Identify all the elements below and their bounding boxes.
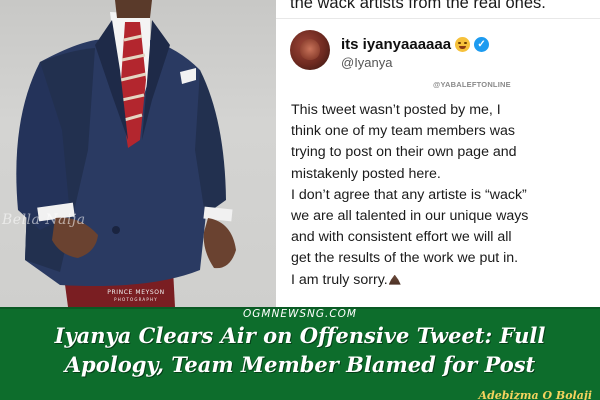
- tweet-line-text: I am truly sorry.: [291, 271, 388, 288]
- photographer-name: PRINCE MEYSON: [107, 289, 165, 296]
- tweet-line-last: I am truly sorry.: [291, 270, 591, 291]
- artist-photo: Bella Naija PRINCE MEYSON PHOTOGRAPHY: [0, 0, 276, 307]
- tweet-line: I don’t agree that any artiste is “wack”: [291, 186, 527, 203]
- verified-badge-icon: ✓: [474, 37, 490, 52]
- tweet-line: think one of my team members was: [291, 123, 515, 140]
- photographer-sub: PHOTOGRAPHY: [114, 297, 158, 302]
- tweet-divider: [276, 18, 600, 19]
- tweet-line: get the results of the work we put in.: [291, 250, 519, 267]
- tweet-author-row: its iyanyaaaaaa ✓: [341, 36, 490, 53]
- source-watermark: @YABALEFTONLINE: [433, 80, 511, 89]
- site-name: OGMNEWSNG.COM: [243, 308, 357, 320]
- previous-tweet-line: the wack artists from the real ones.: [290, 0, 546, 12]
- tweet-line: trying to post on their own page and: [291, 144, 517, 161]
- avatar[interactable]: [290, 30, 330, 70]
- artist-figure: [16, 0, 236, 307]
- headline-line-1: Iyanya Clears Air on Offensive Tweet: Fu…: [54, 323, 546, 348]
- praying-hands-icon: [388, 274, 401, 285]
- headline-line-2: Apology, Team Member Blamed for Post: [64, 352, 536, 377]
- tweet-card: the wack artists from the real ones. its…: [276, 0, 600, 307]
- photo-watermark: Bella Naija: [2, 212, 86, 228]
- tweet-line: and with consistent effort we will all: [291, 229, 512, 246]
- headline: Iyanya Clears Air on Offensive Tweet: Fu…: [0, 321, 600, 379]
- tweet-line: mistakenly posted here.: [291, 165, 441, 182]
- headline-banner: OGMNEWSNG.COM Iyanya Clears Air on Offen…: [0, 307, 600, 400]
- tweet-text: This tweet wasn’t posted by me, I think …: [291, 100, 591, 291]
- tweet-line: This tweet wasn’t posted by me, I: [291, 102, 501, 118]
- author-credit: Adebizma O Bolaji: [478, 389, 592, 400]
- photo-credit: PRINCE MEYSON PHOTOGRAPHY: [96, 289, 176, 302]
- display-name[interactable]: its iyanyaaaaaa: [341, 36, 451, 53]
- user-handle[interactable]: @Iyanya: [341, 55, 393, 70]
- grinning-face-icon: [455, 37, 471, 52]
- tweet-line: we are all talented in our unique ways: [291, 208, 529, 225]
